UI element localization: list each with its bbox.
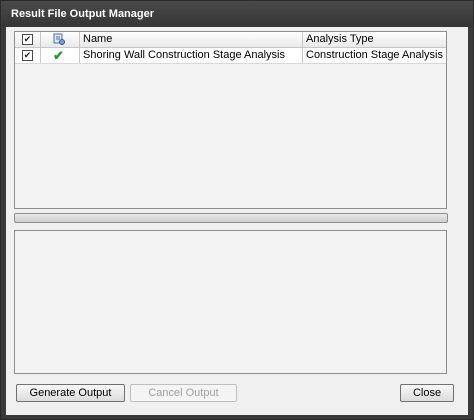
- window-title: Result File Output Manager: [11, 8, 155, 20]
- output-settings-icon: [53, 33, 65, 45]
- table-header-row: ✔ Name Analysis Type: [15, 32, 446, 48]
- header-select-all-cell[interactable]: ✔: [15, 32, 41, 47]
- column-header-analysis-type[interactable]: Analysis Type: [303, 32, 446, 47]
- generate-output-button[interactable]: Generate Output: [16, 384, 125, 402]
- row-select-cell[interactable]: ✔: [15, 48, 41, 63]
- cancel-output-button[interactable]: Cancel Output: [130, 384, 237, 402]
- output-log-panel: [14, 230, 447, 374]
- table-row[interactable]: ✔ ✔ Shoring Wall Construction Stage Anal…: [15, 48, 446, 64]
- column-header-name[interactable]: Name: [80, 32, 303, 47]
- header-output-status-cell: [41, 32, 80, 47]
- analysis-table: ✔ Name Analysis Type ✔ ✔ Shoring Wall Co…: [14, 31, 447, 209]
- title-bar[interactable]: Result File Output Manager: [1, 1, 473, 27]
- row-name-cell[interactable]: Shoring Wall Construction Stage Analysis: [80, 48, 303, 63]
- result-file-output-manager-window: Result File Output Manager ✔ Name Analys…: [0, 0, 474, 420]
- row-status-cell: ✔: [41, 48, 80, 63]
- row-checkbox[interactable]: ✔: [22, 50, 33, 61]
- close-button[interactable]: Close: [400, 384, 454, 402]
- checkmark-icon: ✔: [53, 48, 64, 63]
- row-analysis-type-cell[interactable]: Construction Stage Analysis: [303, 48, 446, 63]
- select-all-checkbox[interactable]: ✔: [22, 34, 33, 45]
- dialog-body: ✔ Name Analysis Type ✔ ✔ Shoring Wall Co…: [6, 27, 468, 415]
- panel-splitter[interactable]: [14, 213, 448, 223]
